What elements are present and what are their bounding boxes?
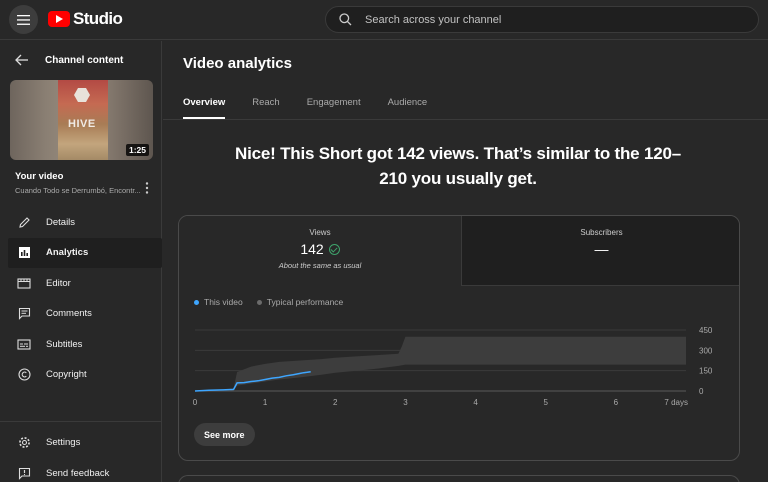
subscribers-metric[interactable]: Subscribers — bbox=[461, 216, 739, 286]
top-bar: Studio bbox=[0, 0, 768, 40]
sidebar-item-analytics[interactable]: Analytics bbox=[8, 237, 162, 268]
subscribers-label: Subscribers bbox=[580, 228, 623, 237]
search-input[interactable] bbox=[365, 13, 745, 26]
main-content: Video analytics Overview Reach Engagemen… bbox=[163, 41, 768, 482]
subscribers-value: — bbox=[594, 241, 609, 257]
comments-icon bbox=[16, 306, 32, 322]
video-thumbnail[interactable]: HIVE 1:25 bbox=[10, 80, 153, 160]
views-card: Views 142 About the same as usual Subscr… bbox=[178, 215, 740, 461]
sidebar-item-label: Send feedback bbox=[46, 468, 110, 479]
menu-button[interactable] bbox=[9, 5, 38, 34]
sidebar-nav: Details Analytics Editor Comments Subtit… bbox=[0, 207, 162, 390]
tab-reach[interactable]: Reach bbox=[252, 97, 279, 119]
typical-dot bbox=[256, 299, 262, 305]
sidebar: Channel content HIVE 1:25 Your video Cua… bbox=[0, 41, 162, 482]
next-card bbox=[178, 475, 740, 482]
chart-legend: This video Typical performance bbox=[194, 297, 357, 307]
tab-overview[interactable]: Overview bbox=[183, 97, 226, 119]
performance-headline: Nice! This Short got 142 views. That’s s… bbox=[223, 141, 693, 191]
sidebar-divider bbox=[0, 421, 162, 422]
x-tick-label: 4 bbox=[473, 398, 478, 407]
x-tick-label: 2 bbox=[333, 398, 338, 407]
video-title: Cuando Todo se Derrumbó, Encontr... bbox=[15, 186, 141, 195]
sidebar-item-settings[interactable]: Settings bbox=[8, 427, 162, 458]
sidebar-item-label: Subtitles bbox=[46, 338, 83, 350]
y-tick-label: 450 bbox=[699, 326, 713, 335]
feedback-icon bbox=[16, 466, 32, 482]
subtitles-icon bbox=[16, 336, 32, 352]
logo-text: Studio bbox=[73, 9, 123, 28]
sidebar-item-send-feedback[interactable]: Send feedback bbox=[8, 458, 162, 482]
analytics-icon bbox=[16, 245, 32, 261]
sidebar-item-editor[interactable]: Editor bbox=[8, 268, 162, 299]
channel-content-label: Channel content bbox=[45, 54, 124, 66]
sidebar-item-details[interactable]: Details bbox=[8, 207, 162, 238]
views-chart: 450 300 150 0 0 1 2 3 4 5 6 7 days bbox=[193, 326, 713, 407]
legend-this-video: This video bbox=[194, 297, 243, 307]
legend-typical: Typical performance bbox=[256, 297, 344, 307]
sidebar-item-label: Details bbox=[46, 216, 76, 228]
y-tick-label: 300 bbox=[699, 346, 713, 355]
sidebar-item-comments[interactable]: Comments bbox=[8, 299, 162, 330]
legend-label: Typical performance bbox=[266, 297, 344, 307]
y-tick-label: 0 bbox=[699, 387, 704, 396]
x-tick-label: 1 bbox=[263, 398, 268, 407]
views-label: Views bbox=[309, 228, 331, 237]
page-title: Video analytics bbox=[183, 55, 292, 72]
tab-audience[interactable]: Audience bbox=[388, 97, 428, 119]
hamburger-icon bbox=[17, 14, 30, 25]
views-value-row: 142 bbox=[179, 241, 461, 257]
thumbnail-text: HIVE bbox=[68, 118, 96, 130]
tab-divider bbox=[163, 119, 768, 120]
this-video-dot bbox=[194, 299, 199, 305]
x-tick-label: 6 bbox=[614, 398, 619, 407]
pencil-icon bbox=[16, 214, 32, 230]
x-tick-label: 0 bbox=[193, 398, 198, 407]
search-bar[interactable] bbox=[325, 6, 759, 33]
more-options-button[interactable] bbox=[139, 180, 155, 196]
sidebar-item-copyright[interactable]: Copyright bbox=[8, 360, 162, 391]
back-to-channel-content[interactable]: Channel content bbox=[0, 50, 162, 70]
arrow-back-icon[interactable] bbox=[15, 52, 31, 68]
more-vert-icon bbox=[145, 182, 149, 194]
sidebar-item-label: Copyright bbox=[46, 369, 87, 381]
copyright-icon bbox=[16, 367, 32, 383]
views-value: 142 bbox=[300, 241, 324, 257]
gear-icon bbox=[16, 435, 32, 451]
video-duration: 1:25 bbox=[125, 144, 149, 156]
headline-line-1: Nice! This Short got 142 views. That’s s… bbox=[235, 144, 681, 163]
sidebar-item-subtitles[interactable]: Subtitles bbox=[8, 329, 162, 360]
views-comparison: About the same as usual bbox=[278, 261, 362, 270]
youtube-play-icon bbox=[48, 11, 70, 27]
x-tick-label: 5 bbox=[543, 398, 548, 407]
studio-logo[interactable]: Studio bbox=[48, 9, 123, 29]
x-tick-label: 7 days bbox=[664, 398, 688, 407]
sidebar-item-label: Editor bbox=[46, 277, 71, 289]
search-icon[interactable] bbox=[337, 12, 353, 28]
analytics-tabs: Overview Reach Engagement Audience bbox=[183, 97, 454, 119]
your-video-label: Your video bbox=[15, 171, 64, 182]
headline-line-2: 210 you usually get. bbox=[379, 169, 537, 188]
views-metric[interactable]: Views 142 About the same as usual bbox=[179, 216, 461, 286]
tab-engagement[interactable]: Engagement bbox=[307, 97, 361, 119]
sidebar-item-label: Analytics bbox=[46, 247, 89, 259]
typical-performance-band bbox=[195, 336, 686, 391]
editor-icon bbox=[16, 275, 32, 291]
see-more-button[interactable]: See more bbox=[194, 423, 255, 446]
check-circle-icon bbox=[328, 243, 340, 255]
y-tick-label: 150 bbox=[699, 367, 713, 376]
sidebar-item-label: Settings bbox=[46, 437, 81, 448]
sidebar-item-label: Comments bbox=[46, 308, 92, 320]
sidebar-bottom-nav: Settings Send feedback bbox=[0, 427, 162, 482]
legend-label: This video bbox=[204, 297, 243, 307]
x-tick-label: 3 bbox=[403, 398, 408, 407]
